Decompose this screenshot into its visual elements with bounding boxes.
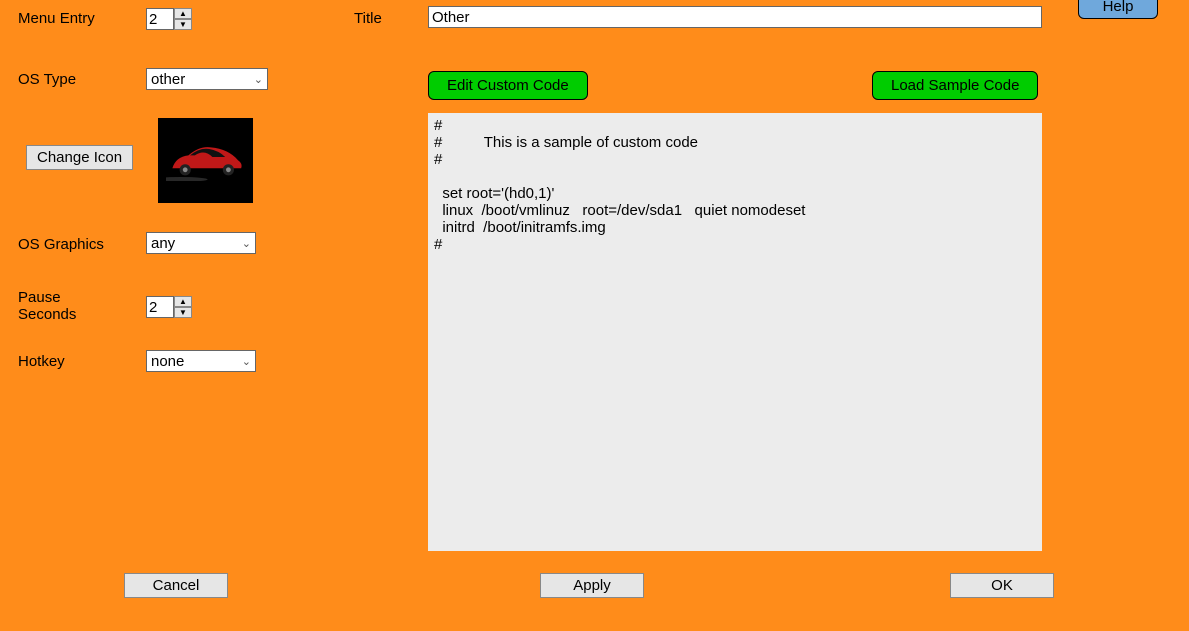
cancel-button[interactable]: Cancel (124, 573, 228, 598)
load-sample-code-button[interactable]: Load Sample Code (872, 71, 1038, 100)
menu-entry-down[interactable]: ▼ (174, 19, 192, 30)
hotkey-select[interactable]: none ⌄ (146, 350, 256, 372)
menu-entry-input[interactable] (146, 8, 174, 30)
pause-seconds-label: Pause Seconds (18, 289, 76, 323)
os-type-select[interactable]: other ⌄ (146, 68, 268, 90)
pause-seconds-spinner[interactable]: ▲ ▼ (146, 296, 192, 318)
os-graphics-select[interactable]: any ⌄ (146, 232, 256, 254)
chevron-down-icon: ⌄ (242, 237, 251, 250)
help-button[interactable]: Help (1078, 0, 1158, 19)
os-type-value: other (151, 71, 185, 88)
os-type-label: OS Type (18, 71, 76, 88)
edit-custom-code-button[interactable]: Edit Custom Code (428, 71, 588, 100)
pause-seconds-down[interactable]: ▼ (174, 307, 192, 318)
hotkey-label: Hotkey (18, 353, 65, 370)
chevron-down-icon: ⌄ (254, 73, 263, 86)
menu-entry-up[interactable]: ▲ (174, 8, 192, 19)
apply-button[interactable]: Apply (540, 573, 644, 598)
title-label: Title (354, 10, 382, 27)
change-icon-button[interactable]: Change Icon (26, 145, 133, 170)
menu-entry-spinner[interactable]: ▲ ▼ (146, 8, 192, 30)
pause-seconds-input[interactable] (146, 296, 174, 318)
title-input[interactable] (428, 6, 1042, 28)
chevron-down-icon: ⌄ (242, 355, 251, 368)
ok-button[interactable]: OK (950, 573, 1054, 598)
os-graphics-label: OS Graphics (18, 236, 104, 253)
icon-preview (158, 118, 253, 203)
custom-code-area[interactable]: # # This is a sample of custom code # se… (428, 113, 1042, 551)
car-icon (166, 141, 246, 181)
os-graphics-value: any (151, 235, 175, 252)
hotkey-value: none (151, 353, 184, 370)
pause-seconds-up[interactable]: ▲ (174, 296, 192, 307)
menu-entry-label: Menu Entry (18, 10, 95, 27)
